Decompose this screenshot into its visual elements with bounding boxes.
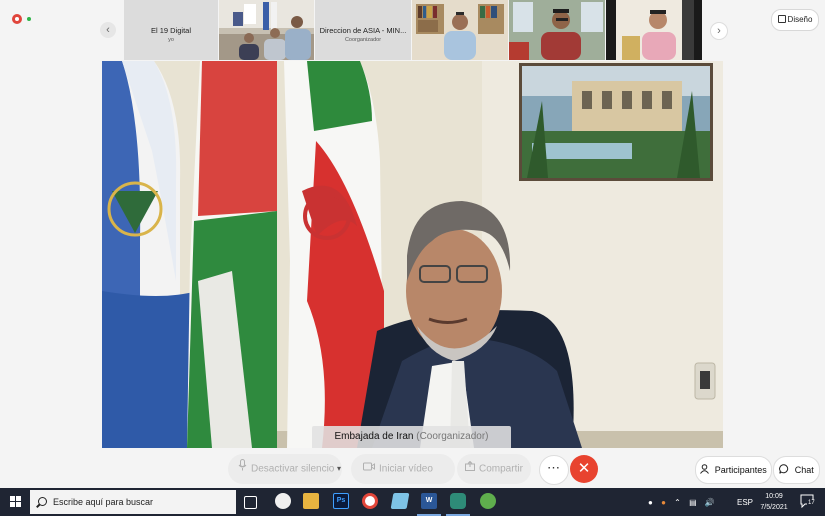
participants-label: Participantes bbox=[714, 465, 767, 475]
speaker-video-frame bbox=[102, 61, 723, 448]
participant-role: yo bbox=[168, 37, 174, 43]
meeting-app-icon[interactable] bbox=[450, 493, 466, 509]
chevron-down-icon[interactable]: ▾ bbox=[332, 454, 346, 484]
tray-icons[interactable]: ● ● ⌃ ▤ 🔊 bbox=[648, 498, 715, 507]
participant-video bbox=[509, 0, 605, 60]
network-icon: ▤ bbox=[689, 498, 697, 507]
people-icon: ● bbox=[648, 498, 653, 507]
unmute-label: Desactivar silencio bbox=[251, 463, 335, 475]
chevron-up-icon: ⌃ bbox=[674, 498, 681, 507]
speaker-role: (Coorganizador) bbox=[416, 431, 489, 442]
paint-icon[interactable] bbox=[275, 493, 291, 509]
chat-label: Chat bbox=[794, 465, 814, 475]
more-icon[interactable]: ⋯ bbox=[539, 455, 569, 485]
taskbar-search-input[interactable]: Escribe aquí para buscar bbox=[30, 490, 236, 514]
unmute-button[interactable]: Desactivar silencio bbox=[228, 454, 342, 484]
language-indicator[interactable]: ESP bbox=[737, 498, 753, 507]
microphone-icon bbox=[238, 454, 247, 484]
clock-time: 10:09 bbox=[765, 493, 783, 500]
participant-role: Coorganizador bbox=[344, 37, 382, 43]
share-button[interactable]: Compartir bbox=[457, 454, 531, 484]
participant-video-tile[interactable] bbox=[509, 0, 605, 60]
speaker-name: Embajada de Iran bbox=[334, 431, 414, 442]
participant-tile[interactable]: El 19 Digital yo bbox=[124, 0, 218, 60]
participants-button[interactable]: Participantes bbox=[695, 456, 772, 484]
participant-name: El 19 Digital bbox=[150, 26, 192, 35]
layout-button[interactable]: Diseño bbox=[771, 9, 819, 31]
layout-label: Diseño bbox=[787, 15, 813, 24]
windows-start-icon[interactable] bbox=[10, 496, 22, 508]
participant-video bbox=[606, 0, 702, 60]
recording-icon[interactable] bbox=[12, 14, 22, 24]
participant-video-tile[interactable] bbox=[606, 0, 702, 60]
person-icon bbox=[700, 464, 715, 475]
chrome-icon[interactable] bbox=[362, 493, 378, 509]
participant-video bbox=[219, 0, 314, 60]
start-video-button[interactable]: Iniciar vídeo bbox=[351, 454, 455, 484]
share-label: Compartir bbox=[479, 463, 523, 475]
chevron-right-icon[interactable]: › bbox=[710, 22, 728, 40]
start-video-label: Iniciar vídeo bbox=[379, 463, 433, 475]
volume-icon: 🔊 bbox=[704, 498, 715, 507]
app-icon[interactable] bbox=[480, 493, 496, 509]
meeting-window: ‹ El 19 Digital yo Direccion de ASIA - M… bbox=[0, 0, 825, 488]
clock-date: 7/5/2021 bbox=[760, 504, 788, 511]
participant-video-tile[interactable] bbox=[219, 0, 314, 60]
search-icon bbox=[38, 497, 47, 506]
layout-icon bbox=[777, 15, 786, 23]
store-icon[interactable] bbox=[390, 493, 410, 509]
notification-icon[interactable]: 17 bbox=[800, 494, 816, 509]
photoshop-icon[interactable]: Ps bbox=[333, 493, 349, 509]
chevron-left-icon[interactable]: ‹ bbox=[100, 22, 116, 38]
participant-video bbox=[412, 0, 508, 60]
share-icon bbox=[465, 454, 475, 484]
app-tray-icon: ● bbox=[661, 498, 666, 507]
taskbar-clock[interactable]: 10:09 7/5/2021 bbox=[755, 491, 793, 513]
participant-video-tile[interactable] bbox=[412, 0, 508, 60]
close-icon[interactable]: ✕ bbox=[570, 455, 598, 483]
task-view-icon[interactable] bbox=[244, 496, 257, 509]
word-icon[interactable]: W bbox=[421, 493, 437, 509]
file-explorer-icon[interactable] bbox=[303, 493, 319, 509]
chat-button[interactable]: Chat bbox=[773, 456, 820, 484]
speaker-name-label: Embajada de Iran (Coorganizador) bbox=[312, 426, 511, 448]
chat-icon bbox=[779, 464, 795, 475]
connection-status-icon bbox=[27, 17, 31, 21]
notification-count: 17 bbox=[807, 500, 816, 506]
search-placeholder: Escribe aquí para buscar bbox=[53, 497, 154, 507]
participant-name: Direccion de ASIA - MIN... bbox=[319, 26, 407, 35]
main-speaker-video[interactable] bbox=[102, 61, 723, 448]
camera-icon bbox=[363, 454, 375, 484]
participant-tile[interactable]: Direccion de ASIA - MIN... Coorganizador bbox=[315, 0, 411, 60]
